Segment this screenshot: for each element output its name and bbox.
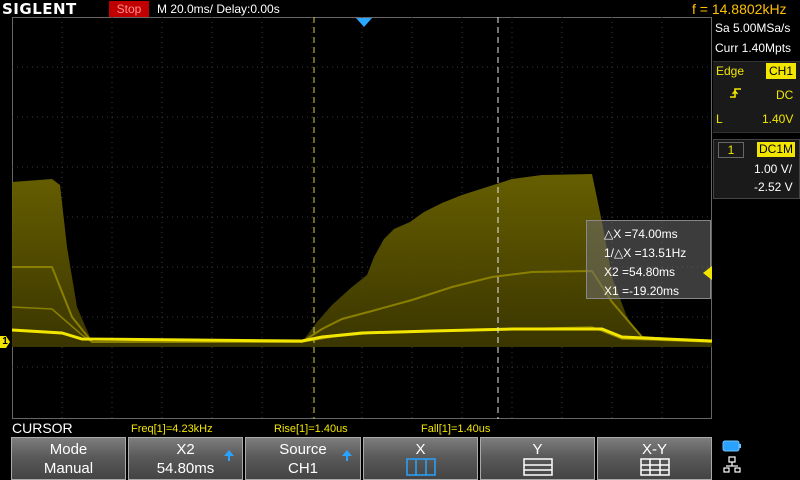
x-label: X — [415, 441, 426, 458]
delta-x-value: △X =74.00ms — [604, 227, 678, 241]
x2-softkey[interactable]: X2 54.80ms — [128, 437, 243, 480]
cursor-measurement-box: △X =74.00ms 1/△X =13.51Hz X2 =54.80ms X1… — [586, 220, 711, 299]
inverse-delta-x-value: 1/△X =13.51Hz — [604, 246, 687, 260]
adjust-knob-icon — [342, 450, 352, 461]
measure-freq: Freq[1]=4.23kHz — [131, 423, 213, 435]
xy-label: X-Y — [641, 441, 667, 458]
source-value: CH1 — [287, 460, 318, 477]
network-icon — [723, 456, 741, 473]
source-softkey[interactable]: Source CH1 — [245, 437, 361, 480]
x2-value: X2 =54.80ms — [604, 265, 676, 279]
xy-cursor-icon — [640, 458, 670, 476]
timebase-readout: M 20.0ms/ Delay:0.00s — [157, 2, 280, 16]
y-cursor-softkey[interactable]: Y — [480, 437, 595, 480]
x-cursor-icon — [406, 458, 436, 476]
mode-softkey[interactable]: Mode Manual — [11, 437, 126, 480]
run-stop-status[interactable]: Stop — [109, 1, 149, 17]
mode-label: Mode — [49, 441, 88, 458]
brand-logo: SIGLENT — [2, 0, 77, 18]
waveform-grid — [12, 17, 712, 419]
ch1-offset-marker[interactable]: 1 — [0, 336, 10, 348]
channel-scale: 1.00 V/ — [754, 162, 793, 176]
frequency-counter: f = 14.8802kHz — [692, 1, 787, 17]
trigger-source: CH1 — [766, 63, 797, 79]
measure-fall: Fall[1]=1.40us — [421, 423, 491, 435]
x-cursor-softkey[interactable]: X — [363, 437, 478, 480]
trigger-level: 1.40V — [762, 112, 794, 126]
y-label: Y — [532, 441, 543, 458]
adjust-knob-icon — [224, 450, 234, 461]
trigger-type: Edge — [716, 64, 745, 78]
trigger-level-label: L — [716, 112, 723, 126]
menu-title: CURSOR — [12, 420, 73, 436]
battery-icon — [722, 440, 741, 452]
trigger-coupling: DC — [776, 88, 794, 102]
xy-cursor-softkey[interactable]: X-Y — [597, 437, 712, 480]
network-status-area — [714, 437, 800, 480]
channel-number: 1 — [718, 142, 744, 158]
channel-coupling: DC1M — [757, 142, 796, 157]
y-cursor-icon — [523, 458, 553, 476]
rising-edge-icon — [729, 86, 743, 103]
sample-rate: Sa 5.00MSa/s — [715, 21, 791, 35]
mode-value: Manual — [43, 460, 94, 477]
x2-softkey-value: 54.80ms — [156, 460, 215, 477]
measure-rise: Rise[1]=1.40us — [274, 423, 348, 435]
x1-value: X1 =-19.20ms — [604, 284, 680, 298]
cursor-level-marker[interactable] — [703, 266, 712, 280]
channel-offset: -2.52 V — [754, 180, 793, 194]
memory-depth: Curr 1.40Mpts — [715, 41, 792, 55]
trigger-position-marker[interactable] — [356, 18, 372, 27]
